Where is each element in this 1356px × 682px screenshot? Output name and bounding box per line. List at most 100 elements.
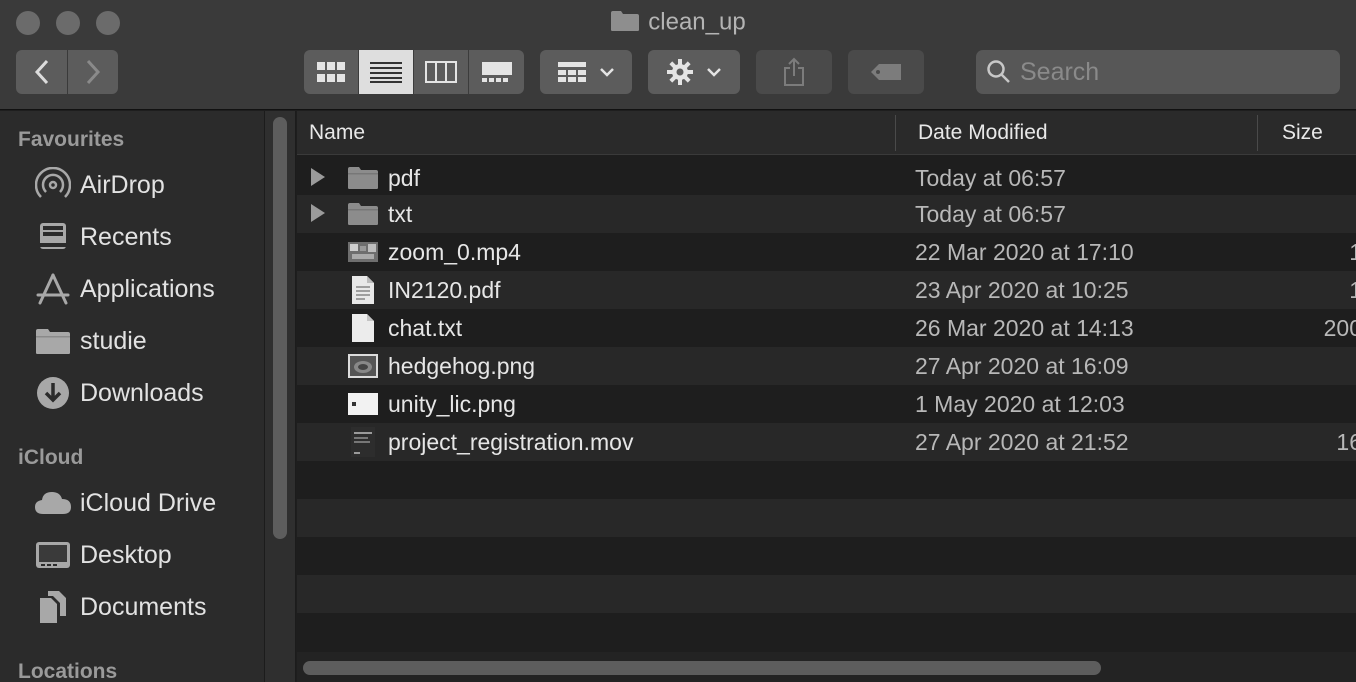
group-by-button[interactable] <box>540 50 632 94</box>
icon-view-button[interactable] <box>304 50 359 94</box>
file-name: IN2120.pdf <box>388 277 501 303</box>
window-title: clean_up <box>0 8 1356 37</box>
file-date: 27 Apr 2020 at 16:09 <box>915 353 1129 379</box>
documents-icon <box>34 589 72 625</box>
file-row[interactable]: project_registration.mov 27 Apr 2020 at … <box>297 423 1356 461</box>
horizontal-scrollbar-thumb[interactable] <box>303 661 1101 675</box>
list-view-button[interactable] <box>359 50 414 94</box>
desktop-icon <box>34 537 72 573</box>
tag-icon <box>871 64 901 80</box>
search-icon <box>987 60 1010 83</box>
sidebar-item-icloud-drive[interactable]: iCloud Drive <box>34 483 262 523</box>
chevron-down-icon <box>600 68 614 77</box>
action-menu-button[interactable] <box>648 50 740 94</box>
group-icon <box>558 62 586 82</box>
search-field[interactable] <box>976 50 1340 94</box>
column-view-button[interactable] <box>414 50 469 94</box>
sidebar-item-label: Documents <box>80 592 207 621</box>
toolbar: clean_up <box>0 0 1356 110</box>
sidebar-scrollbar[interactable] <box>264 111 296 682</box>
window-title-text: clean_up <box>648 8 746 36</box>
file-name: unity_lic.png <box>388 391 516 417</box>
search-input[interactable] <box>1020 57 1320 87</box>
view-mode-control <box>304 50 524 94</box>
file-row[interactable]: pdf Today at 06:57 <box>297 159 1356 197</box>
airdrop-icon <box>34 167 72 203</box>
file-row[interactable]: chat.txt 26 Mar 2020 at 14:13 200 <box>297 309 1356 347</box>
chevron-down-icon <box>707 68 721 77</box>
file-name: chat.txt <box>388 315 463 341</box>
file-row[interactable]: IN2120.pdf 23 Apr 2020 at 10:25 1 <box>297 271 1356 309</box>
file-date: 22 Mar 2020 at 17:10 <box>915 239 1134 265</box>
horizontal-scrollbar[interactable] <box>297 652 1356 682</box>
empty-row <box>297 613 1356 651</box>
sidebar-item-desktop[interactable]: Desktop <box>34 535 262 575</box>
column-date-header[interactable]: Date Modified <box>918 121 1048 145</box>
image-thumbnail-icon <box>347 389 379 419</box>
sidebar-item-label: studie <box>80 326 147 355</box>
sidebar-heading-locations: Locations <box>18 660 118 682</box>
share-icon <box>784 57 804 86</box>
text-document-icon <box>347 313 379 343</box>
sidebar-item-airdrop[interactable]: AirDrop <box>34 165 262 205</box>
columns-icon <box>425 61 457 83</box>
chevron-right-icon <box>86 59 100 85</box>
file-date: 27 Apr 2020 at 21:52 <box>915 429 1129 455</box>
sidebar-item-recents[interactable]: Recents <box>34 217 262 257</box>
sidebar-item-label: Applications <box>80 274 215 303</box>
file-row[interactable]: hedgehog.png 27 Apr 2020 at 16:09 <box>297 347 1356 385</box>
file-size: 200 <box>1323 315 1356 341</box>
sidebar-item-applications[interactable]: Applications <box>34 269 262 309</box>
forward-button[interactable] <box>68 50 118 94</box>
file-row[interactable]: zoom_0.mp4 22 Mar 2020 at 17:10 1 <box>297 233 1356 271</box>
empty-row <box>297 537 1356 575</box>
cloud-icon <box>34 485 72 521</box>
file-name: hedgehog.png <box>388 353 536 379</box>
column-header: Name Date Modified Size <box>297 111 1356 155</box>
tags-button[interactable] <box>848 50 924 94</box>
movie-thumbnail-icon <box>347 427 379 457</box>
empty-row <box>297 499 1356 537</box>
file-date: Today at 06:57 <box>915 165 1066 191</box>
file-size: 1 <box>1349 239 1356 265</box>
file-row[interactable]: txt Today at 06:57 <box>297 195 1356 233</box>
file-date: 1 May 2020 at 12:03 <box>915 391 1125 417</box>
applications-icon <box>34 271 72 307</box>
list-icon <box>370 62 402 83</box>
sidebar-item-label: iCloud Drive <box>80 488 217 517</box>
file-row[interactable]: unity_lic.png 1 May 2020 at 12:03 <box>297 385 1356 423</box>
gear-icon <box>667 59 693 85</box>
share-button[interactable] <box>756 50 832 94</box>
sidebar-item-studie[interactable]: studie <box>34 321 262 361</box>
sidebar-item-documents[interactable]: Documents <box>34 587 262 627</box>
sidebar-item-label: Recents <box>80 222 172 251</box>
pdf-document-icon <box>347 275 379 305</box>
gallery-icon <box>481 62 512 82</box>
sidebar-item-label: Downloads <box>80 378 204 407</box>
sidebar: Favourites AirDrop Recents Applications … <box>0 111 264 682</box>
disclosure-triangle-icon[interactable] <box>311 168 325 186</box>
folder-icon <box>347 163 379 193</box>
file-name: txt <box>388 201 413 227</box>
sidebar-item-label: Desktop <box>80 540 172 569</box>
file-date: Today at 06:57 <box>915 201 1066 227</box>
downloads-icon <box>34 375 72 411</box>
file-name: zoom_0.mp4 <box>388 239 521 265</box>
chevron-left-icon <box>34 59 48 85</box>
recents-icon <box>34 219 72 255</box>
disclosure-triangle-icon[interactable] <box>311 204 325 222</box>
navigation-buttons <box>16 50 118 94</box>
gallery-view-button[interactable] <box>469 50 524 94</box>
sidebar-item-downloads[interactable]: Downloads <box>34 373 262 413</box>
column-name-header[interactable]: Name <box>309 121 365 145</box>
file-date: 23 Apr 2020 at 10:25 <box>915 277 1129 303</box>
empty-row <box>297 575 1356 613</box>
sidebar-heading-icloud: iCloud <box>18 446 84 469</box>
grid-icon <box>317 62 345 82</box>
sidebar-item-label: AirDrop <box>80 170 165 199</box>
sidebar-scrollbar-thumb[interactable] <box>273 117 287 539</box>
file-size: 1 <box>1349 277 1356 303</box>
column-size-header[interactable]: Size <box>1282 121 1323 145</box>
back-button[interactable] <box>17 50 67 94</box>
file-name: project_registration.mov <box>388 429 634 455</box>
